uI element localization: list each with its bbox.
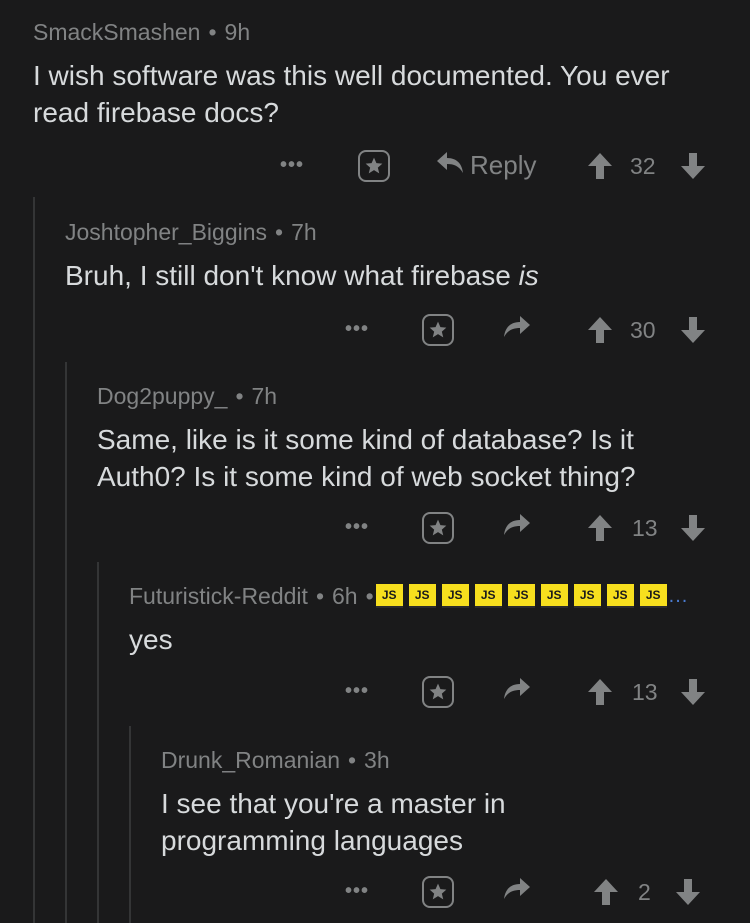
comment-time: 6h	[332, 582, 358, 609]
js-flair-badge: JS	[375, 584, 403, 608]
js-flair-badge: JS	[573, 584, 601, 608]
meta-separator: •	[365, 582, 374, 609]
js-flair-badge: JS	[639, 584, 667, 608]
downvote-arrow-icon[interactable]	[675, 878, 701, 906]
comment-body-text: Bruh, I still don't know what firebase	[65, 260, 519, 291]
comment-time: 7h	[291, 218, 317, 245]
meta-separator: •	[347, 746, 357, 773]
comment-body: I wish software was this well documented…	[33, 60, 670, 128]
score-count: 2	[638, 879, 651, 905]
comment-author[interactable]: Dog2puppy_	[97, 383, 227, 410]
user-flair[interactable]: JS JS JS JS JS JS JS JS JS ...	[375, 584, 689, 608]
upvote-arrow-icon[interactable]	[587, 678, 613, 706]
comment-body-emphasis: is	[518, 260, 539, 291]
comment-futuristick-reddit: Futuristick-Reddit • 6h • JS JS JS JS JS…	[129, 581, 750, 658]
comment-author[interactable]: SmackSmashen	[33, 19, 200, 46]
comment-actions: ••• 13	[0, 508, 750, 548]
meta-separator: •	[235, 382, 244, 409]
comment-meta: Drunk_Romanian • 3h	[161, 745, 750, 775]
comment-meta: Futuristick-Reddit • 6h • JS JS JS JS JS…	[129, 581, 750, 611]
award-star-icon[interactable]	[422, 876, 454, 908]
comment-body: Same, like is it some kind of database? …	[97, 424, 636, 492]
more-options-icon[interactable]: •••	[345, 516, 369, 539]
js-flair-badge: JS	[474, 584, 502, 608]
score-count: 30	[630, 317, 656, 343]
js-flair-badge: JS	[606, 584, 634, 608]
comment-author[interactable]: Futuristick-Reddit	[129, 583, 308, 610]
js-flair-badge: JS	[507, 584, 535, 608]
reply-arrow-icon	[436, 150, 464, 181]
comment-meta: SmackSmashen • 9h	[33, 17, 750, 47]
comment-actions: ••• Reply 32	[0, 146, 750, 186]
more-options-icon[interactable]: •••	[345, 680, 369, 703]
score-count: 32	[630, 153, 656, 179]
downvote-arrow-icon[interactable]	[680, 152, 706, 180]
award-star-icon[interactable]	[422, 314, 454, 346]
comment-body: yes	[129, 624, 173, 655]
reply-arrow-icon[interactable]	[503, 876, 531, 902]
upvote-arrow-icon[interactable]	[587, 514, 613, 542]
reply-arrow-icon[interactable]	[503, 512, 531, 538]
comment-author[interactable]: Joshtopher_Biggins	[65, 219, 267, 246]
meta-separator: •	[208, 18, 217, 45]
comment-author[interactable]: Drunk_Romanian	[161, 747, 340, 774]
award-star-icon[interactable]	[358, 150, 390, 182]
flair-truncation: ...	[668, 584, 689, 607]
js-flair-badge: JS	[441, 584, 469, 608]
comment-body: I see that you're a master in programmin…	[161, 788, 506, 856]
more-options-icon[interactable]: •••	[345, 880, 369, 903]
comment-actions: ••• 2	[0, 872, 750, 912]
comment-actions: ••• 30	[0, 310, 750, 350]
downvote-arrow-icon[interactable]	[680, 678, 706, 706]
score-count: 13	[632, 679, 658, 705]
comment-time: 7h	[251, 382, 278, 409]
meta-separator: •	[275, 218, 284, 245]
comment-joshtopher-biggins: Joshtopher_Biggins • 7h Bruh, I still do…	[65, 217, 750, 294]
upvote-arrow-icon[interactable]	[587, 152, 613, 180]
reply-arrow-icon[interactable]	[503, 314, 531, 340]
comment-drunk-romanian: Drunk_Romanian • 3h I see that you're a …	[161, 745, 750, 859]
comment-smacksmashen: SmackSmashen • 9h I wish software was th…	[33, 17, 750, 131]
meta-separator: •	[315, 582, 324, 609]
more-options-icon[interactable]: •••	[280, 154, 304, 177]
comment-meta: Joshtopher_Biggins • 7h	[65, 217, 750, 247]
comment-time: 9h	[224, 18, 251, 45]
comment-meta: Dog2puppy_ • 7h	[97, 381, 750, 411]
more-options-icon[interactable]: •••	[345, 318, 369, 341]
comment-actions: ••• 13	[0, 672, 750, 712]
comment-body: Bruh, I still don't know what firebase i…	[65, 257, 725, 294]
award-star-icon[interactable]	[422, 676, 454, 708]
thread-line-level-2[interactable]	[65, 362, 67, 923]
js-flair-badge: JS	[408, 584, 436, 608]
award-star-icon[interactable]	[422, 512, 454, 544]
reply-label: Reply	[470, 150, 537, 180]
comment-dog2puppy: Dog2puppy_ • 7h Same, like is it some ki…	[97, 381, 750, 495]
thread-line-level-1[interactable]	[33, 197, 35, 923]
score-count: 13	[632, 515, 658, 541]
reply-button[interactable]: Reply	[436, 150, 536, 181]
downvote-arrow-icon[interactable]	[680, 316, 706, 344]
upvote-arrow-icon[interactable]	[593, 878, 619, 906]
comment-time: 3h	[364, 746, 390, 773]
reply-arrow-icon[interactable]	[503, 676, 531, 702]
downvote-arrow-icon[interactable]	[680, 514, 706, 542]
js-flair-badge: JS	[540, 584, 568, 608]
upvote-arrow-icon[interactable]	[587, 316, 613, 344]
thread-line-level-3[interactable]	[97, 562, 99, 923]
